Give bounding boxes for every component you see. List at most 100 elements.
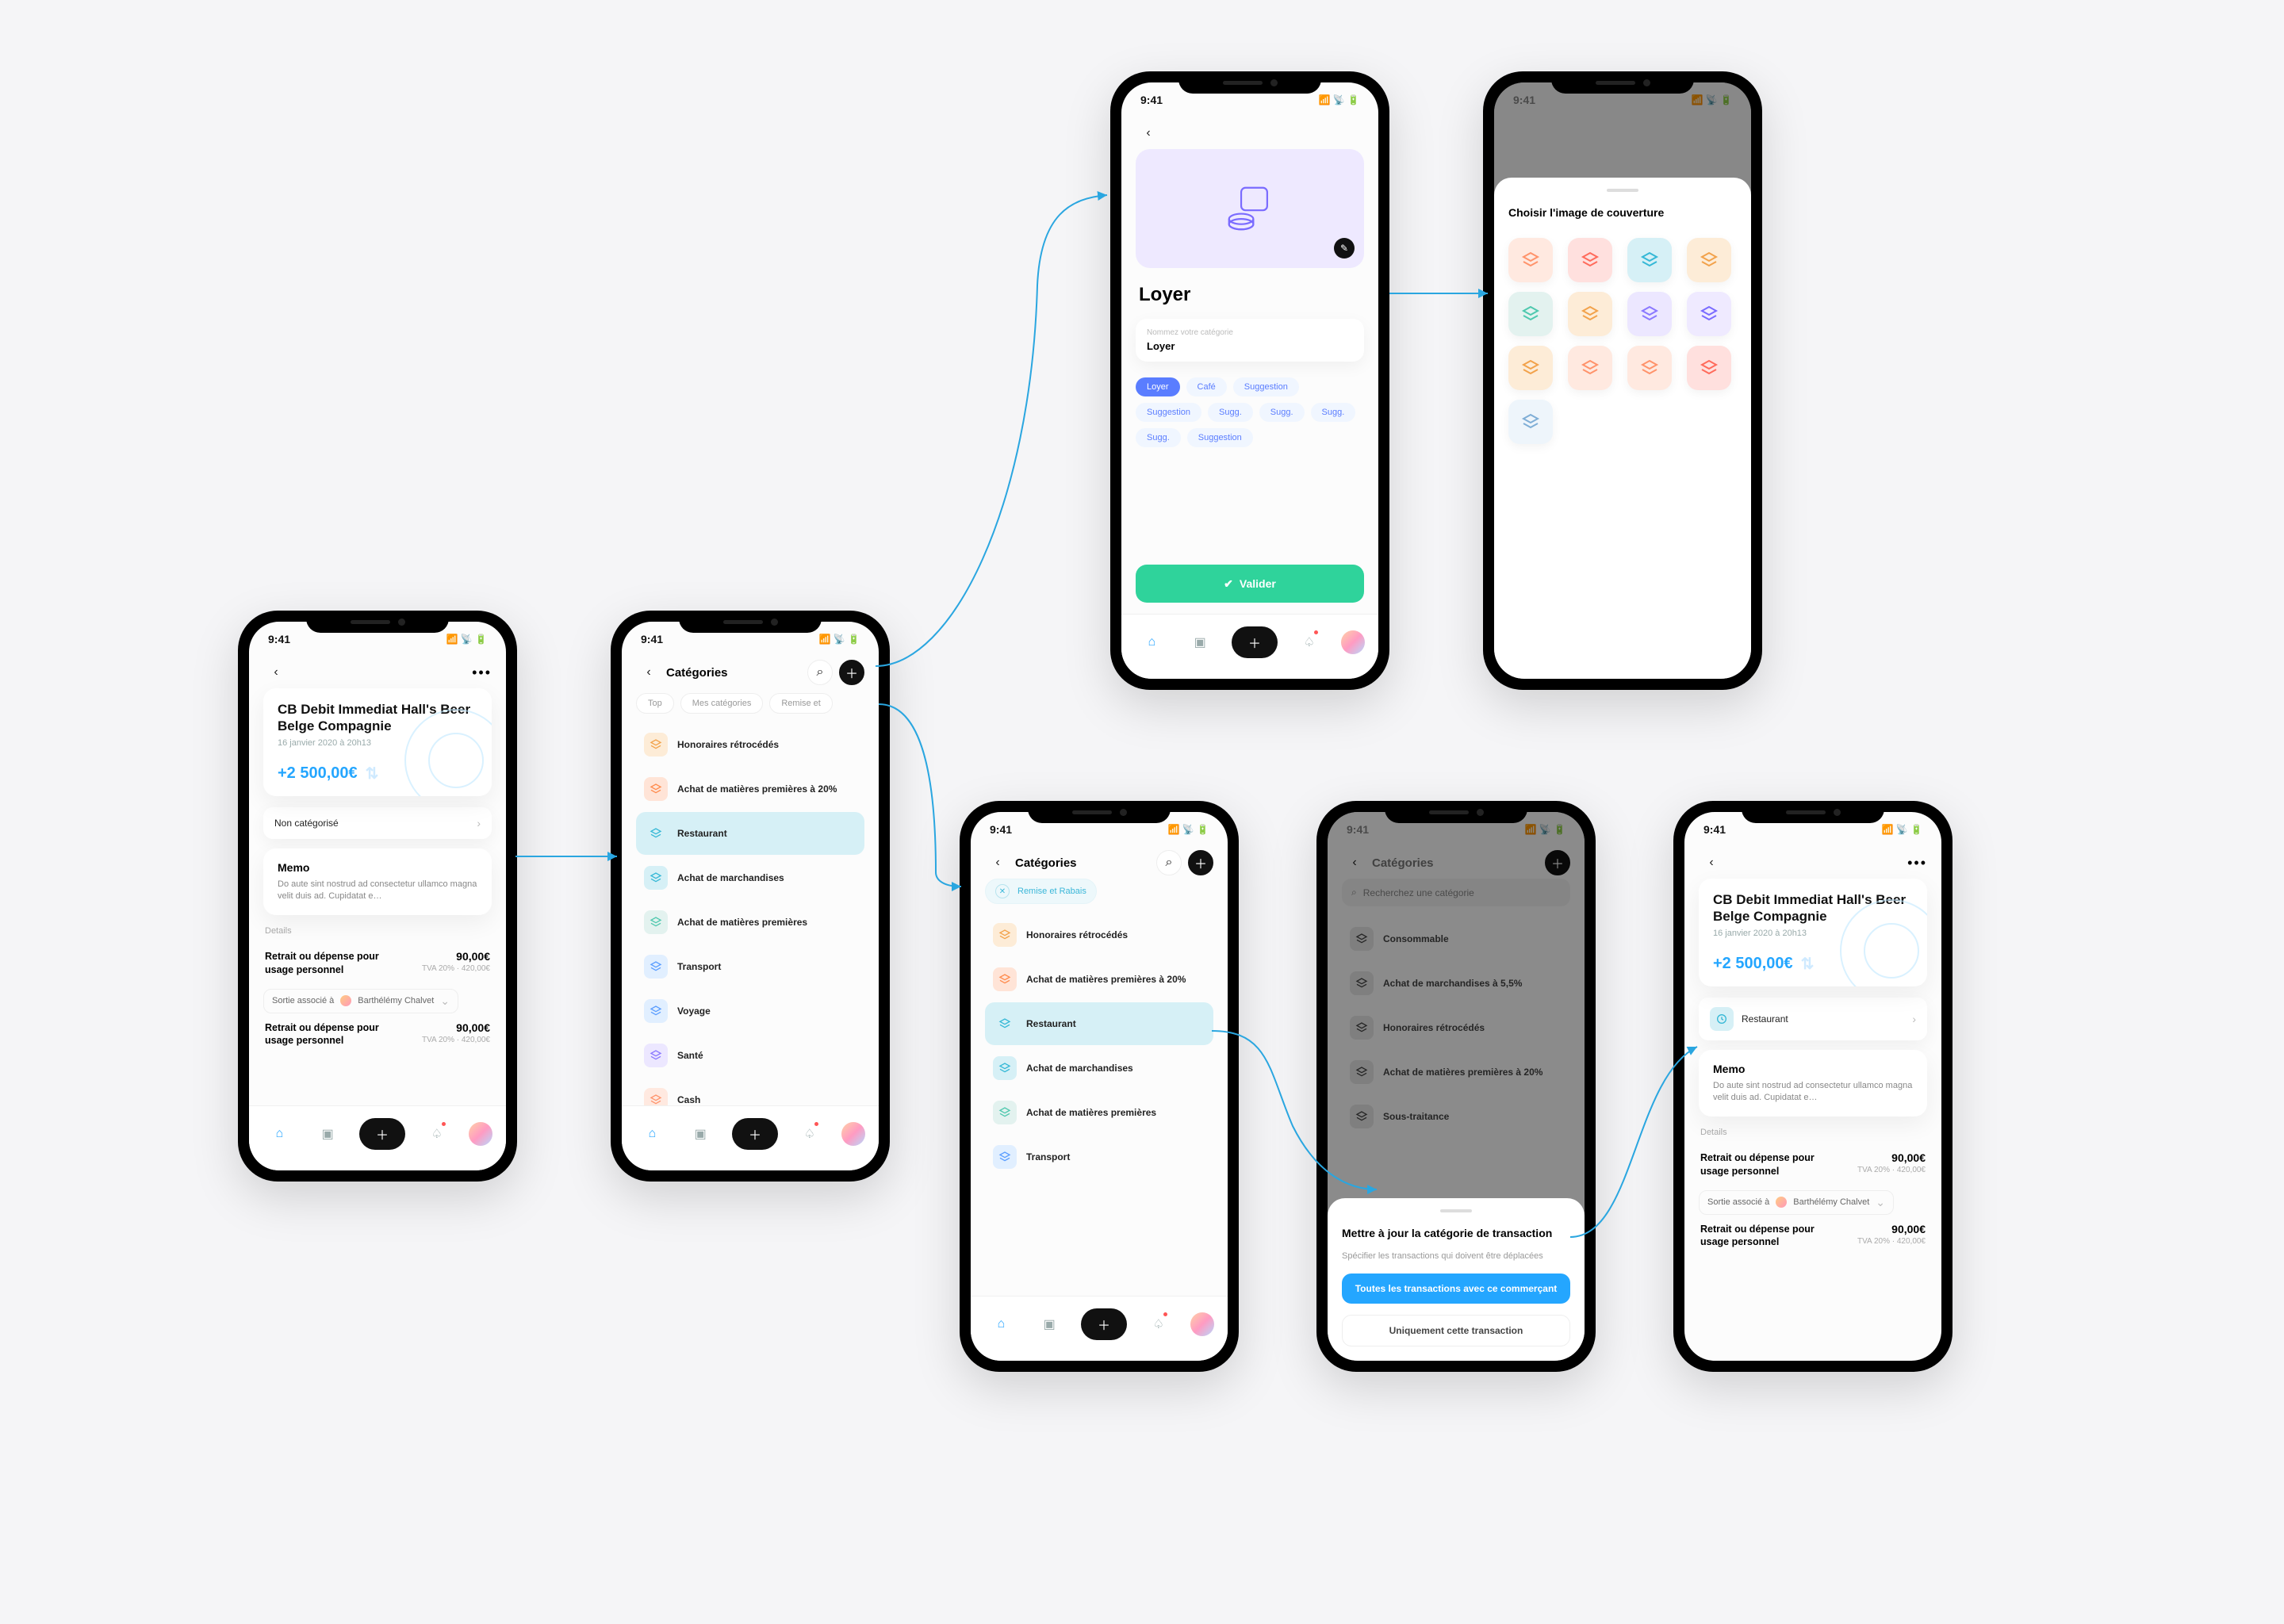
cover-tile[interactable] [1508,346,1553,390]
tab-notifications-icon[interactable]: ♤ [1293,626,1326,659]
category-item[interactable]: Achat de marchandises [985,1047,1213,1090]
tab-notifications-icon[interactable]: ♤ [1142,1308,1175,1341]
category-item[interactable]: Honoraires rétrocédés [985,914,1213,956]
category-item[interactable]: Achat de matières premières à 20% [985,958,1213,1001]
cover-tile[interactable] [1508,292,1553,336]
suggestion-chip[interactable]: Sugg. [1136,428,1181,447]
category-item[interactable]: Transport [636,945,864,988]
category-item[interactable]: Restaurant [636,812,864,855]
clear-filter-icon[interactable]: ✕ [995,884,1010,898]
suggestion-chip[interactable]: Sugg. [1311,403,1356,422]
category-label: Achat de marchandises [677,872,784,883]
cover-tile[interactable] [1687,292,1731,336]
category-item[interactable]: Restaurant [985,1002,1213,1045]
category-item[interactable]: Transport [985,1136,1213,1178]
back-button[interactable]: ‹ [1699,850,1724,875]
suggestion-chip[interactable]: Sugg. [1259,403,1305,422]
back-button[interactable]: ‹ [263,660,289,685]
category-label: Achat de matières premières [1026,1107,1156,1118]
tab-avatar[interactable] [841,1122,865,1146]
cover-image[interactable]: ✎ [1136,149,1364,268]
edit-cover-icon[interactable]: ✎ [1334,238,1355,259]
cover-tile[interactable] [1687,346,1731,390]
check-icon: ✔ [1224,577,1233,591]
tab-safe-icon[interactable]: ▣ [1183,626,1217,659]
more-button[interactable]: ••• [472,665,492,681]
category-icon [993,1012,1017,1036]
suggestion-chip[interactable]: Suggestion [1233,377,1299,396]
back-button[interactable]: ‹ [985,850,1010,875]
cover-tile[interactable] [1627,238,1672,282]
category-item[interactable]: Santé [636,1034,864,1077]
category-icon [644,999,668,1023]
add-category-button[interactable]: ＋ [839,660,864,685]
cover-tile[interactable] [1568,346,1612,390]
tab-notifications-icon[interactable]: ♤ [420,1117,454,1151]
category-row-uncategorized[interactable]: Non catégorisé› [263,807,492,839]
apply-all-button[interactable]: Toutes les transactions avec ce commerça… [1342,1274,1570,1304]
tab-home-icon[interactable]: ⌂ [984,1308,1017,1341]
category-icon [644,733,668,756]
cover-tile[interactable] [1627,292,1672,336]
category-item[interactable]: Cash [636,1078,864,1105]
suggestion-chip[interactable]: Loyer [1136,377,1180,396]
search-icon[interactable]: ⌕ [1156,850,1182,875]
category-label: Achat de matières premières à 20% [1026,974,1186,985]
tab-safe-icon[interactable]: ▣ [311,1117,344,1151]
category-item[interactable]: Voyage [636,990,864,1032]
screen-title: Catégories [1015,856,1077,870]
tab-plus-button[interactable]: ＋ [1232,626,1278,658]
tab-notifications-icon[interactable]: ♤ [793,1117,826,1151]
category-icon [993,1145,1017,1169]
suggestion-chip[interactable]: Sugg. [1208,403,1253,422]
category-label: Santé [677,1050,703,1061]
suggestion-chip[interactable]: Suggestion [1136,403,1201,422]
search-icon[interactable]: ⌕ [807,660,833,685]
tab-home-icon[interactable]: ⌂ [1135,626,1168,659]
tab-rebate[interactable]: Remise et [769,693,833,714]
filter-chip[interactable]: ✕ Remise et Rabais [985,879,1097,904]
tab-avatar[interactable] [469,1122,492,1146]
tab-avatar[interactable] [1190,1312,1214,1336]
cover-tile[interactable] [1568,292,1612,336]
back-button[interactable]: ‹ [1136,121,1161,146]
category-icon [644,777,668,801]
category-item[interactable]: Achat de matières premières à 20% [636,768,864,810]
associate-selector[interactable]: Sortie associé àBarthélémy Chalvet⌄ [263,989,458,1013]
category-label: Restaurant [1026,1018,1076,1029]
tab-plus-button[interactable]: ＋ [359,1118,405,1150]
tab-plus-button[interactable]: ＋ [732,1118,778,1150]
memo-card[interactable]: Memo Do aute sint nostrud ad consectetur… [263,848,492,916]
tab-my[interactable]: Mes catégories [680,693,764,714]
detail-row: Retrait ou dépense pour usage personnel … [1699,1215,1927,1257]
apply-one-button[interactable]: Uniquement cette transaction [1342,1315,1570,1346]
tab-safe-icon[interactable]: ▣ [684,1117,717,1151]
category-item[interactable]: Honoraires rétrocédés [636,723,864,766]
associate-selector[interactable]: Sortie associé àBarthélémy Chalvet⌄ [1699,1190,1894,1215]
tab-top[interactable]: Top [636,693,674,714]
memo-card[interactable]: Memo Do aute sint nostrud ad consectetur… [1699,1050,1927,1117]
cover-tile[interactable] [1568,238,1612,282]
category-item[interactable]: Achat de matières premières [985,1091,1213,1134]
tab-plus-button[interactable]: ＋ [1081,1308,1127,1340]
cover-tile[interactable] [1508,238,1553,282]
back-button[interactable]: ‹ [636,660,661,685]
cover-tile[interactable] [1627,346,1672,390]
validate-button[interactable]: ✔ Valider [1136,565,1364,603]
name-input[interactable]: Nommez votre catégorie Loyer [1136,319,1364,362]
tab-home-icon[interactable]: ⌂ [263,1117,296,1151]
transaction-card: CB Debit Immediat Hall's Beer Belge Comp… [1699,879,1927,986]
cover-tile[interactable] [1687,238,1731,282]
cover-tile[interactable] [1508,400,1553,444]
category-row-restaurant[interactable]: Restaurant › [1699,998,1927,1040]
suggestion-chip[interactable]: Suggestion [1187,428,1253,447]
details-label: Details [1700,1128,1926,1137]
category-item[interactable]: Achat de matières premières [636,901,864,944]
add-category-button[interactable]: ＋ [1188,850,1213,875]
tab-safe-icon[interactable]: ▣ [1033,1308,1066,1341]
more-button[interactable]: ••• [1907,855,1927,871]
category-item[interactable]: Achat de marchandises [636,856,864,899]
tab-home-icon[interactable]: ⌂ [635,1117,669,1151]
tab-avatar[interactable] [1341,630,1365,654]
suggestion-chip[interactable]: Café [1186,377,1227,396]
